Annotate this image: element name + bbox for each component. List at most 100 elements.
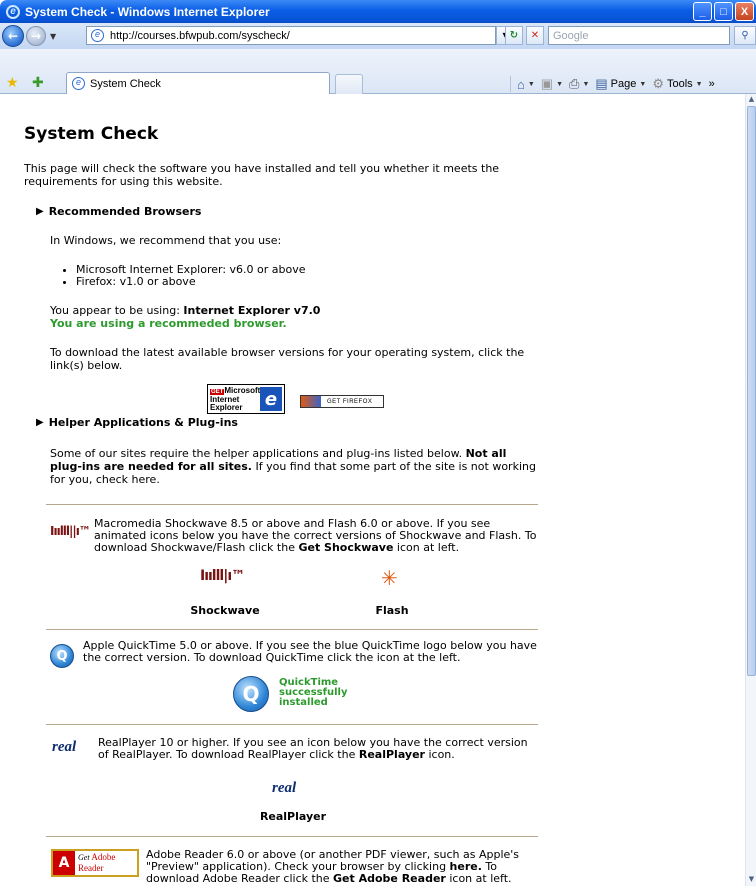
chevron-down-icon: ▼ (556, 80, 564, 88)
realplayer-label: RealPlayer (259, 810, 327, 823)
tab-label: System Check (90, 77, 161, 90)
forward-button[interactable]: → (26, 26, 46, 46)
tools-menu-label: Tools (666, 78, 693, 90)
browsers-section-toggle[interactable]: ▶ Recommended Browsers (36, 205, 201, 218)
helper-text: Some of our sites require the helper app… (50, 447, 538, 486)
chevron-down-icon: ▼ (582, 80, 590, 88)
home-button[interactable]: ⌂ ▼ (517, 77, 535, 92)
feeds-icon: ▣ (540, 76, 554, 91)
download-text: To download the latest available browser… (50, 346, 525, 372)
expand-triangle-icon: ▶ (36, 417, 44, 428)
quicktime-text: Apple QuickTime 5.0 or above. If you see… (83, 639, 537, 664)
adobe-text: Adobe Reader 6.0 or above (or another PD… (146, 849, 538, 885)
chevron-down-icon: ▼ (639, 80, 647, 88)
adobe-badge-text: Get Adobe Reader (75, 852, 115, 874)
windows-recommend-text: In Windows, we recommend that you use: (50, 234, 282, 247)
back-button[interactable]: ← (2, 25, 24, 47)
tab-favicon-icon: e (72, 77, 85, 90)
ie-badge-text: GETMicrosoft Internet Explorer (208, 385, 261, 412)
get-adobe-reader-button[interactable]: A Get Adobe Reader (51, 849, 139, 877)
divider (46, 836, 538, 837)
adobe-badge-line2: Reader (78, 863, 104, 873)
shockwave-download-icon[interactable]: Iıılll||ı™ (50, 524, 91, 538)
minimize-button[interactable]: _ (693, 2, 712, 21)
browsers-heading: Recommended Browsers (48, 205, 202, 218)
maximize-button[interactable]: □ (714, 2, 733, 21)
adobe-text-3: icon at left. (445, 872, 512, 885)
firefox-badge-label: GET FIREFOX (327, 398, 373, 405)
realplayer-download-icon[interactable]: real (52, 739, 76, 756)
vertical-scrollbar[interactable]: ▲ ▼ (745, 94, 756, 886)
ie-logo-icon: e (6, 4, 20, 19)
adobe-logo-icon: A (53, 851, 75, 875)
realplayer-logo-icon: real (272, 780, 297, 796)
using-browser: Internet Explorer v7.0 (183, 304, 321, 317)
home-icon: ⌂ (517, 76, 525, 92)
print-button[interactable]: ⎙ ▼ (569, 76, 589, 92)
page-content: System Check This page will check the so… (0, 94, 745, 886)
list-item: Firefox: v1.0 or above (76, 276, 306, 288)
realplayer-link[interactable]: RealPlayer (359, 748, 425, 761)
adobe-badge-line1: Adobe (91, 852, 116, 862)
shockwave-icon: Iıılll|ı™ (200, 568, 245, 584)
browser-status: You are using a recommeded browser. (50, 317, 287, 330)
address-toolbar: ← → ▼ e http://courses.bfwpub.com/sysche… (0, 23, 756, 49)
get-firefox-button[interactable]: GET FIREFOX (300, 395, 384, 408)
realplayer-icon: real (272, 780, 296, 797)
print-icon: ⎙ (569, 76, 580, 91)
address-url: http://courses.bfwpub.com/syscheck/ (110, 29, 290, 42)
stop-icon: ✕ (530, 30, 540, 41)
get-ie-button[interactable]: GETMicrosoft Internet Explorer e (207, 384, 285, 414)
adobe-badge-get: Get (78, 853, 90, 862)
close-button[interactable]: X (735, 2, 754, 21)
favorites-star-icon[interactable]: ★ (6, 75, 19, 91)
shockwave-text: Macromedia Shockwave 8.5 or above and Fl… (94, 518, 538, 554)
back-arrow-icon: ← (7, 29, 19, 43)
helper-section-toggle[interactable]: ▶ Helper Applications & Plug-ins (36, 416, 238, 429)
tab-system-check[interactable]: e System Check (66, 72, 330, 94)
quicktime-download-icon[interactable]: Q (50, 644, 74, 668)
divider (46, 724, 538, 725)
window-title-bar[interactable]: e System Check - Windows Internet Explor… (0, 0, 756, 23)
using-prefix: You appear to be using: (50, 304, 184, 317)
real-text-1: RealPlayer 10 or higher. If you see an i… (98, 736, 528, 761)
search-input[interactable]: Google (548, 26, 730, 45)
page-menu[interactable]: ▤ Page ▼ (595, 76, 646, 92)
new-tab-button[interactable] (335, 74, 363, 94)
search-placeholder: Google (553, 29, 589, 42)
scrollbar-thumb[interactable] (747, 106, 756, 676)
helper-text-1: Some of our sites require the helper app… (50, 447, 463, 460)
chevron-down-icon: ▼ (527, 80, 535, 88)
ie-badge-line3: Explorer (210, 402, 243, 412)
forward-arrow-icon: → (30, 29, 42, 43)
tools-menu[interactable]: ⚙ Tools ▼ (652, 76, 702, 92)
refresh-button[interactable]: ↻ (505, 26, 523, 45)
intro-text: This page will check the software you ha… (24, 162, 500, 188)
helper-heading: Helper Applications & Plug-ins (48, 416, 238, 429)
tab-bar: ★ ✚ e System Check ⌂ ▼ ▣ ▼ ⎙ ▼ ▤ Page ▼ ⚙ Tool… (0, 49, 756, 94)
window-title: System Check - Windows Internet Explorer (25, 4, 270, 19)
refresh-icon: ↻ (509, 30, 519, 41)
adobe-link[interactable]: Get Adobe Reader (333, 872, 446, 885)
command-bar: ⌂ ▼ ▣ ▼ ⎙ ▼ ▤ Page ▼ ⚙ Tools ▼ » (510, 75, 715, 93)
ie-badge-line1: Microsoft (224, 385, 261, 395)
shockwave-label: Shockwave (190, 604, 260, 617)
real-text-2: icon. (424, 748, 455, 761)
expand-triangle-icon: ▶ (36, 206, 44, 217)
scroll-down-icon[interactable]: ▼ (747, 875, 756, 885)
scroll-up-icon[interactable]: ▲ (747, 95, 756, 105)
firefox-logo-icon (301, 396, 321, 407)
page-favicon-icon: e (91, 29, 104, 42)
quicktime-status: QuickTime successfully installed (279, 678, 347, 708)
stop-button[interactable]: ✕ (526, 26, 544, 45)
recent-pages-dropdown[interactable]: ▼ (50, 32, 56, 41)
toolbar-overflow-button[interactable]: » (709, 78, 715, 90)
add-favorites-icon[interactable]: ✚ (32, 75, 44, 91)
feeds-button[interactable]: ▣ ▼ (541, 76, 563, 92)
search-button[interactable]: ⚲ (734, 26, 756, 45)
page-icon: ▤ (595, 76, 608, 91)
address-bar[interactable]: e http://courses.bfwpub.com/syscheck/ (86, 26, 496, 45)
divider (46, 504, 538, 505)
realplayer-text: RealPlayer 10 or higher. If you see an i… (98, 737, 538, 761)
shockwave-link[interactable]: Get Shockwave (298, 541, 393, 554)
